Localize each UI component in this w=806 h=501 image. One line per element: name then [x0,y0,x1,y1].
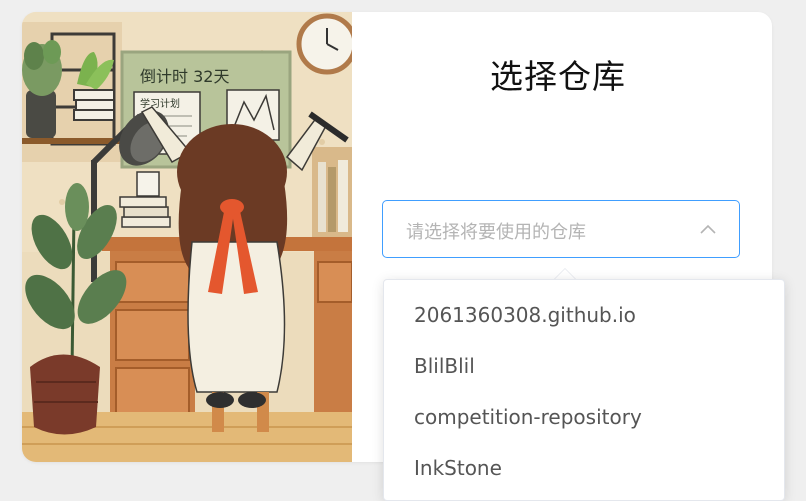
dropdown-caret [554,268,576,279]
study-plan-paper: 学习计划 [140,97,180,110]
study-illustration: 倒计时 32天 学习计划 [22,12,352,462]
repo-option[interactable]: InkStone [414,456,502,480]
repo-option[interactable]: 2061360308.github.io [414,303,636,327]
repo-option[interactable]: competition-repository [414,405,642,429]
repo-select-placeholder: 请选择将要使用的仓库 [406,222,586,243]
chevron-up-icon[interactable] [699,222,717,236]
repo-select[interactable]: 请选择将要使用的仓库 [382,200,740,258]
repo-dropdown-list: 2061360308.github.io BlilBlil competitio… [383,279,785,501]
repo-option[interactable]: BlilBlil [414,354,475,378]
countdown-sign: 倒计时 32天 [140,67,229,86]
page-title: 选择仓库 [490,57,626,96]
